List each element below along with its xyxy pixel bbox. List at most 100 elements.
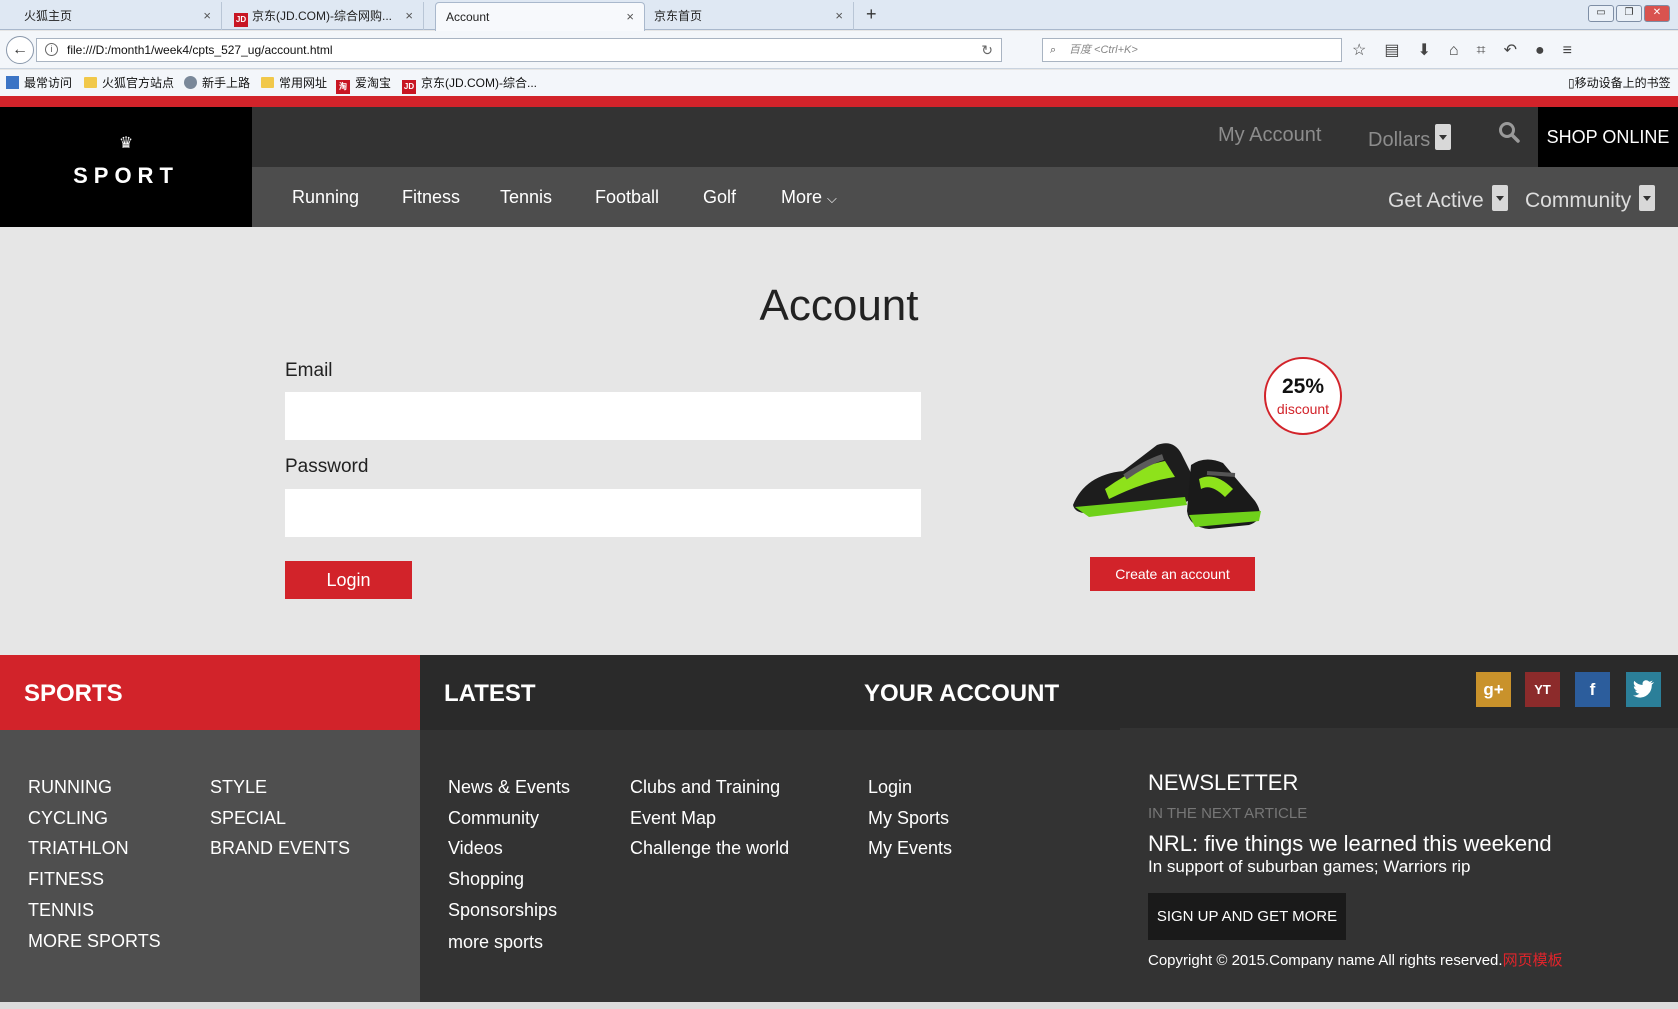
taobao-icon: 淘 (336, 80, 350, 94)
password-field[interactable] (285, 489, 921, 537)
footer-link-login[interactable]: Login (868, 777, 912, 798)
site-logo[interactable]: ♛ SPORT (0, 107, 252, 227)
nav-item-fitness[interactable]: Fitness (402, 187, 460, 208)
footer-link-triathlon[interactable]: TRIATHLON (28, 838, 129, 859)
bookmark-common-sites[interactable]: 常用网址 (261, 70, 327, 96)
close-window-icon[interactable]: ✕ (1644, 5, 1670, 22)
home-icon[interactable]: ⌂ (1449, 42, 1477, 59)
facebook-icon[interactable]: f (1575, 672, 1610, 707)
mobile-bookmarks[interactable]: ▯移动设备上的书签 (1568, 70, 1671, 96)
bookmark-icon (6, 76, 19, 89)
footer-link-community[interactable]: Community (448, 808, 539, 829)
newsletter-headline[interactable]: NRL: five things we learned this weekend (1148, 831, 1552, 857)
tab-account[interactable]: Account × (435, 2, 645, 31)
menu-icon[interactable]: ≡ (1563, 42, 1590, 59)
nav-item-golf[interactable]: Golf (703, 187, 736, 208)
download-icon[interactable]: ⬇ (1417, 42, 1448, 59)
folder-icon (261, 77, 274, 88)
copyright: Copyright © 2015.Company name All rights… (1148, 949, 1563, 970)
back-icon[interactable]: ← (6, 36, 34, 64)
browser-toolbar: ← i file:///D:/month1/week4/cpts_527_ug/… (0, 31, 1678, 69)
bookmarks-bar: 最常访问 火狐官方站点 新手上路 常用网址 淘爱淘宝 JD 京东(JD.COM)-… (0, 70, 1678, 96)
main-nav: Running Fitness Tennis Football Golf Mor… (252, 167, 1678, 227)
discount-badge: 25% discount (1264, 357, 1342, 435)
chat-icon[interactable]: ● (1535, 42, 1563, 59)
jd-icon: JD (234, 13, 248, 27)
footer-link-videos[interactable]: Videos (448, 838, 503, 859)
login-button[interactable]: Login (285, 561, 412, 599)
footer-link-event-map[interactable]: Event Map (630, 808, 716, 829)
undo-icon[interactable]: ↶ (1504, 42, 1535, 59)
nav-item-tennis[interactable]: Tennis (500, 187, 552, 208)
footer-link-my-events[interactable]: My Events (868, 838, 952, 859)
footer-link-more-sports[interactable]: MORE SPORTS (28, 931, 161, 952)
reload-icon[interactable]: ↻ (981, 39, 993, 61)
footer-link-challenge[interactable]: Challenge the world (630, 838, 789, 859)
footer-link-style[interactable]: STYLE (210, 777, 267, 798)
shoes-image (1065, 397, 1275, 542)
email-field[interactable] (285, 392, 921, 440)
bookmark-taobao[interactable]: 淘爱淘宝 (336, 70, 391, 96)
info-icon[interactable]: i (45, 43, 58, 56)
email-label: Email (285, 360, 333, 381)
star-icon[interactable]: ☆ (1352, 42, 1384, 59)
newsletter-subtitle: IN THE NEXT ARTICLE (1148, 805, 1308, 822)
chevron-down-icon: ⌵ (827, 191, 837, 206)
template-link[interactable]: 网页模板 (1503, 952, 1563, 969)
footer-link-my-sports[interactable]: My Sports (868, 808, 949, 829)
tab-jd[interactable]: JD 京东(JD.COM)-综合网购... × (226, 2, 424, 30)
youtube-icon[interactable]: YT (1525, 672, 1560, 707)
footer-link-running[interactable]: RUNNING (28, 777, 112, 798)
google-plus-icon[interactable]: g+ (1476, 672, 1511, 707)
nav-item-football[interactable]: Football (595, 187, 659, 208)
nav-item-running[interactable]: Running (292, 187, 359, 208)
footer-link-sponsorships[interactable]: Sponsorships (448, 900, 557, 921)
close-icon[interactable]: × (203, 2, 211, 30)
footer-link-tennis[interactable]: TENNIS (28, 900, 94, 921)
footer-link-fitness[interactable]: FITNESS (28, 869, 104, 890)
search-icon[interactable] (1498, 121, 1520, 149)
footer-sports-column (0, 730, 420, 1002)
nav-item-more[interactable]: More ⌵ (781, 187, 837, 208)
community-select[interactable]: Community (1525, 185, 1656, 213)
bookmark-label: 京东(JD.COM)-综合... (421, 76, 537, 90)
toolbar-icons: ☆▤⬇⌂⌗↶●≡ (1352, 40, 1590, 60)
footer-link-more-sports-latest[interactable]: more sports (448, 932, 543, 953)
tab-label: 火狐主页 (24, 9, 73, 23)
new-tab-button[interactable]: + (866, 4, 877, 25)
currency-select[interactable]: Dollars (1368, 124, 1452, 152)
bookmark-getting-started[interactable]: 新手上路 (184, 70, 250, 96)
reading-list-icon[interactable]: ▤ (1384, 42, 1417, 59)
footer-link-news-events[interactable]: News & Events (448, 777, 570, 798)
footer-link-cycling[interactable]: CYCLING (28, 808, 108, 829)
bookmark-firefox-site[interactable]: 火狐官方站点 (84, 70, 174, 96)
footer-link-special[interactable]: SPECIAL (210, 808, 286, 829)
close-icon[interactable]: × (405, 2, 413, 30)
tab-jd-home[interactable]: 京东首页 × (648, 2, 854, 30)
footer-link-shopping[interactable]: Shopping (448, 869, 524, 890)
discount-percent: 25% (1281, 375, 1325, 398)
jd-icon: JD (402, 80, 416, 94)
footer-middle-column (420, 730, 1120, 1002)
signup-button[interactable]: SIGN UP AND GET MORE (1148, 893, 1346, 940)
minimize-icon[interactable]: ▭ (1588, 5, 1614, 22)
shop-online-button[interactable]: SHOP ONLINE (1538, 107, 1678, 167)
password-label: Password (285, 456, 369, 477)
my-account-link[interactable]: My Account (1218, 124, 1321, 147)
tab-firefox-home[interactable]: 火狐主页 × (4, 2, 222, 30)
footer-link-brand-events[interactable]: BRAND EVENTS (210, 838, 350, 859)
url-bar[interactable]: i file:///D:/month1/week4/cpts_527_ug/ac… (36, 38, 1002, 62)
restore-icon[interactable]: ❐ (1616, 5, 1642, 22)
footer-link-clubs-training[interactable]: Clubs and Training (630, 777, 780, 798)
twitter-icon[interactable] (1626, 672, 1661, 707)
close-icon[interactable]: × (626, 3, 634, 31)
get-active-select[interactable]: Get Active (1388, 185, 1508, 213)
screenshot-icon[interactable]: ⌗ (1477, 42, 1504, 59)
bookmark-most-visited[interactable]: 最常访问 (6, 70, 72, 96)
close-icon[interactable]: × (835, 2, 843, 30)
create-account-button[interactable]: Create an account (1090, 557, 1255, 591)
browser-search-input[interactable]: ⌕ 百度 <Ctrl+K> (1042, 38, 1342, 62)
bookmark-label: 最常访问 (24, 76, 73, 90)
bookmark-jd[interactable]: JD 京东(JD.COM)-综合... (402, 70, 537, 96)
search-icon: ⌕ (1050, 44, 1057, 56)
